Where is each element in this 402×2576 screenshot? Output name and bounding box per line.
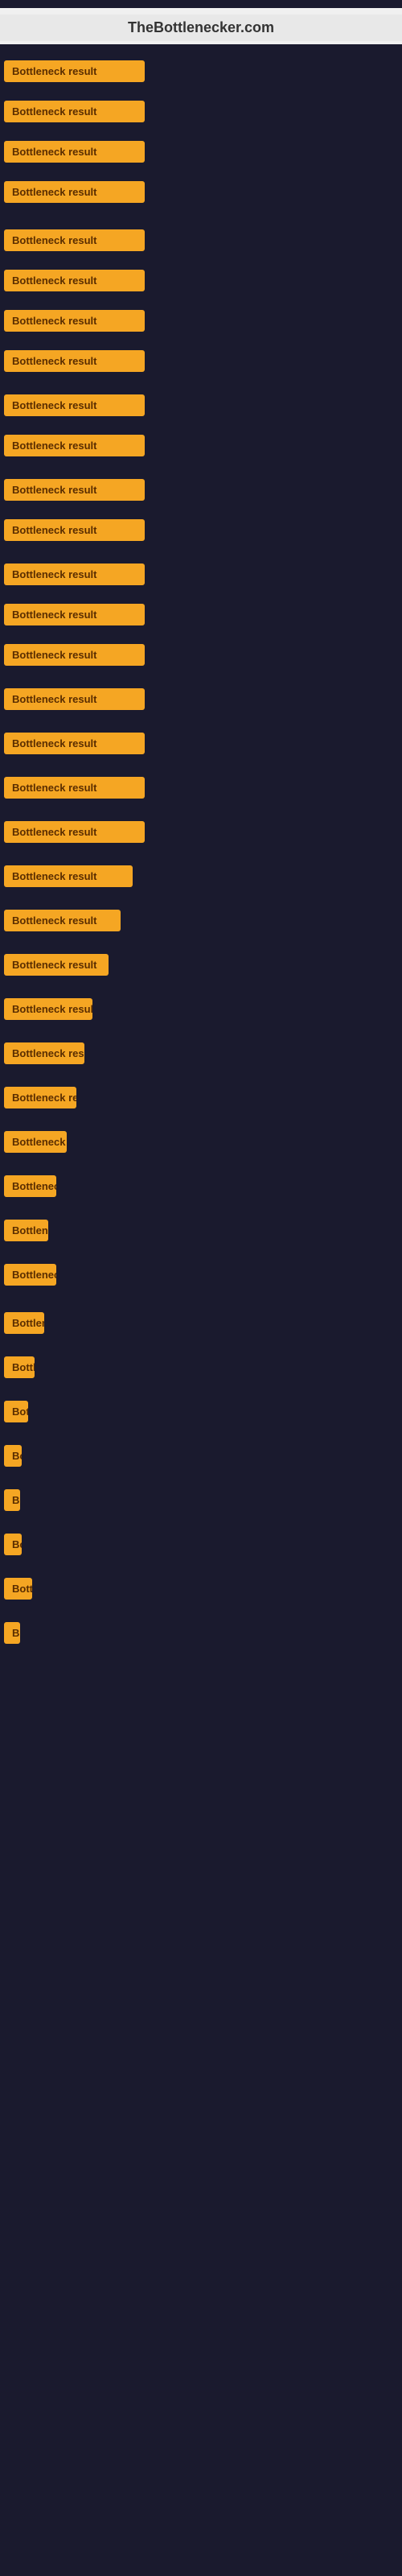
- bottleneck-label-1: Bottleneck result: [4, 101, 145, 122]
- bottleneck-item-21: Bottleneck result: [4, 954, 109, 980]
- bottleneck-label-7: Bottleneck result: [4, 350, 145, 372]
- bottleneck-item-26: Bottleneck result: [4, 1175, 56, 1201]
- bottleneck-item-0: Bottleneck result: [4, 60, 145, 86]
- bottleneck-label-8: Bottleneck result: [4, 394, 145, 416]
- site-title: TheBottlenecker.com: [0, 14, 402, 41]
- bottleneck-label-25: Bottleneck result: [4, 1131, 67, 1153]
- bottleneck-label-3: Bottleneck result: [4, 181, 145, 203]
- bottleneck-item-19: Bottleneck result: [4, 865, 133, 891]
- bottleneck-label-35: Bottle: [4, 1578, 32, 1600]
- bottleneck-item-32: Bo: [4, 1445, 22, 1471]
- bottleneck-label-22: Bottleneck result: [4, 998, 92, 1020]
- bottleneck-label-0: Bottleneck result: [4, 60, 145, 82]
- bottleneck-item-11: Bottleneck result: [4, 519, 145, 545]
- bottleneck-label-12: Bottleneck result: [4, 564, 145, 585]
- bottleneck-item-2: Bottleneck result: [4, 141, 145, 167]
- bottleneck-label-30: Bottleneck r: [4, 1356, 35, 1378]
- bottleneck-label-24: Bottleneck result: [4, 1087, 76, 1108]
- bottleneck-label-11: Bottleneck result: [4, 519, 145, 541]
- bottleneck-item-24: Bottleneck result: [4, 1087, 76, 1113]
- bottleneck-label-34: Bo: [4, 1534, 22, 1555]
- bottleneck-label-2: Bottleneck result: [4, 141, 145, 163]
- bottleneck-label-16: Bottleneck result: [4, 733, 145, 754]
- bottleneck-item-36: B: [4, 1622, 20, 1648]
- bottleneck-label-14: Bottleneck result: [4, 644, 145, 666]
- bottleneck-item-18: Bottleneck result: [4, 821, 145, 847]
- main-container: TheBottlenecker.com Bottleneck resultBot…: [0, 0, 402, 2576]
- bottleneck-item-20: Bottleneck result: [4, 910, 121, 935]
- bottleneck-label-29: Bottleneck result: [4, 1312, 44, 1334]
- bottleneck-item-15: Bottleneck result: [4, 688, 145, 714]
- bottleneck-label-23: Bottleneck result: [4, 1042, 84, 1064]
- bottleneck-item-12: Bottleneck result: [4, 564, 145, 589]
- bottleneck-label-26: Bottleneck result: [4, 1175, 56, 1197]
- bottleneck-item-34: Bo: [4, 1534, 22, 1559]
- bottleneck-label-4: Bottleneck result: [4, 229, 145, 251]
- bottleneck-label-28: Bottleneck result: [4, 1264, 56, 1286]
- bottleneck-item-1: Bottleneck result: [4, 101, 145, 126]
- site-header: TheBottlenecker.com: [0, 8, 402, 44]
- bottleneck-item-35: Bottle: [4, 1578, 32, 1604]
- bottleneck-item-27: Bottleneck result: [4, 1220, 48, 1245]
- bottleneck-item-7: Bottleneck result: [4, 350, 145, 376]
- bottleneck-item-9: Bottleneck result: [4, 435, 145, 460]
- items-container: Bottleneck result Bottleneck result Bottle…: [0, 44, 402, 2540]
- bottleneck-item-22: Bottleneck result: [4, 998, 92, 1024]
- bottleneck-item-4: Bottleneck result: [4, 229, 145, 255]
- bottleneck-label-5: Bottleneck result: [4, 270, 145, 291]
- bottleneck-item-3: Bottleneck result: [4, 181, 145, 207]
- bottleneck-item-6: Bottleneck result: [4, 310, 145, 336]
- bottleneck-item-28: Bottleneck result: [4, 1264, 56, 1290]
- bottleneck-item-25: Bottleneck result: [4, 1131, 67, 1157]
- bottleneck-label-32: Bo: [4, 1445, 22, 1467]
- bottleneck-label-6: Bottleneck result: [4, 310, 145, 332]
- bottleneck-item-10: Bottleneck result: [4, 479, 145, 505]
- bottleneck-item-17: Bottleneck result: [4, 777, 145, 803]
- bottleneck-item-29: Bottleneck result: [4, 1312, 44, 1338]
- bottleneck-label-21: Bottleneck result: [4, 954, 109, 976]
- bottleneck-item-5: Bottleneck result: [4, 270, 145, 295]
- bottleneck-label-20: Bottleneck result: [4, 910, 121, 931]
- bottleneck-label-10: Bottleneck result: [4, 479, 145, 501]
- bottleneck-label-36: B: [4, 1622, 20, 1644]
- bottleneck-label-27: Bottleneck result: [4, 1220, 48, 1241]
- bottleneck-item-16: Bottleneck result: [4, 733, 145, 758]
- bottleneck-item-33: B: [4, 1489, 20, 1515]
- bottleneck-item-31: Bottl: [4, 1401, 28, 1426]
- bottleneck-item-23: Bottleneck result: [4, 1042, 84, 1068]
- bottleneck-label-19: Bottleneck result: [4, 865, 133, 887]
- bottleneck-label-9: Bottleneck result: [4, 435, 145, 456]
- bottleneck-item-13: Bottleneck result: [4, 604, 145, 630]
- bottleneck-label-17: Bottleneck result: [4, 777, 145, 799]
- bottleneck-label-15: Bottleneck result: [4, 688, 145, 710]
- bottleneck-label-18: Bottleneck result: [4, 821, 145, 843]
- bottleneck-label-31: Bottl: [4, 1401, 28, 1422]
- bottleneck-item-30: Bottleneck r: [4, 1356, 35, 1382]
- bottleneck-label-33: B: [4, 1489, 20, 1511]
- bottleneck-item-8: Bottleneck result: [4, 394, 145, 420]
- bottleneck-label-13: Bottleneck result: [4, 604, 145, 625]
- bottleneck-item-14: Bottleneck result: [4, 644, 145, 670]
